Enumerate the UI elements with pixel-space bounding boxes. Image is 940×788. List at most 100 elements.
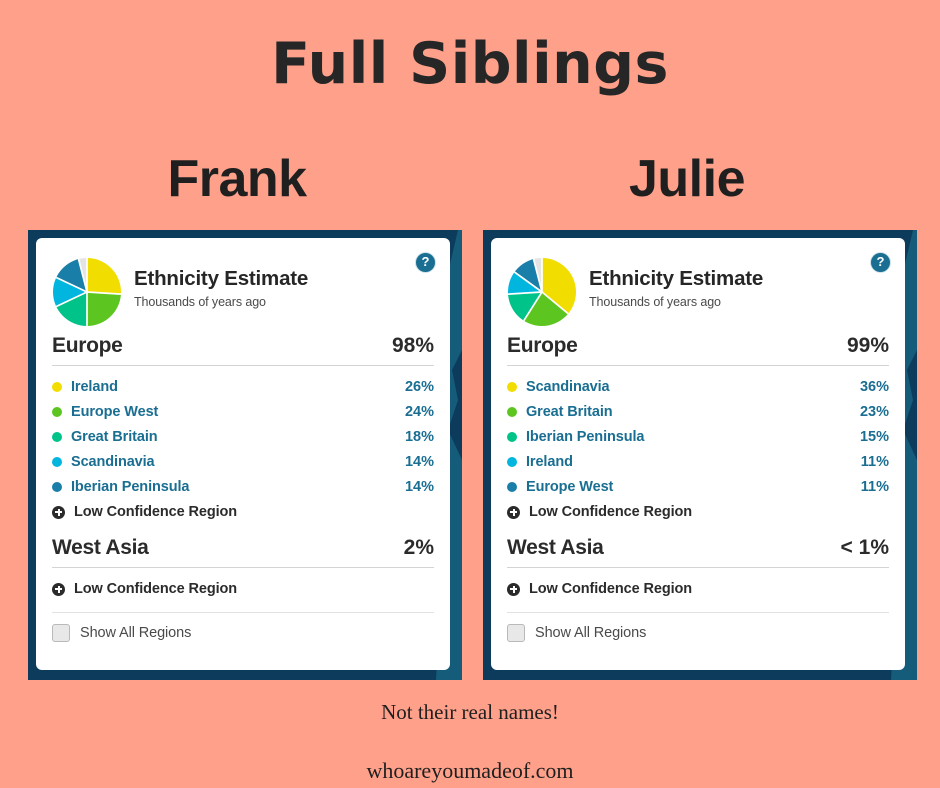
subregion-label: Great Britain xyxy=(71,428,158,445)
region-name: Europe xyxy=(507,334,578,357)
divider xyxy=(52,365,434,366)
ethnicity-pie-chart xyxy=(508,258,576,326)
card-subtitle: Thousands of years ago xyxy=(589,294,721,309)
plus-icon xyxy=(52,505,65,519)
person-name-left: Frank xyxy=(167,150,307,208)
subregion-label: Europe West xyxy=(71,403,159,420)
region-header: Europe 98% xyxy=(52,330,434,358)
card-header: Ethnicity Estimate Thousands of years ag… xyxy=(36,238,450,330)
person-name-right: Julie xyxy=(629,150,746,208)
low-confidence-region-toggle[interactable]: Low Confidence Region xyxy=(52,576,434,602)
subregion-row[interactable]: Ireland 11% xyxy=(507,449,889,474)
subregion-percent: 18% xyxy=(404,428,434,445)
help-icon[interactable]: ? xyxy=(870,252,891,273)
card-title: Ethnicity Estimate xyxy=(589,267,764,290)
subregion-label: Scandinavia xyxy=(71,453,155,470)
subregion-percent: 14% xyxy=(404,478,434,495)
card-subtitle: Thousands of years ago xyxy=(134,294,266,309)
color-dot-icon xyxy=(507,406,517,417)
card-header-text: Ethnicity Estimate Thousands of years ag… xyxy=(134,267,309,309)
show-all-regions-label: Show All Regions xyxy=(535,625,647,641)
subregion-percent: 11% xyxy=(860,478,889,495)
region-percent: 2% xyxy=(403,536,434,559)
subregion-row[interactable]: Iberian Peninsula 15% xyxy=(507,424,889,449)
show-all-regions-row[interactable]: Show All Regions xyxy=(491,613,905,642)
subregion-row[interactable]: Europe West 11% xyxy=(507,474,889,499)
subregion-percent: 36% xyxy=(859,378,889,395)
subregion-row[interactable]: Scandinavia 36% xyxy=(507,374,889,399)
subregion-label: Scandinavia xyxy=(526,378,610,395)
ethnicity-card-julie: Ethnicity Estimate Thousands of years ag… xyxy=(483,230,917,680)
show-all-regions-row[interactable]: Show All Regions xyxy=(36,613,450,642)
low-confidence-label: Low Confidence Region xyxy=(74,504,238,520)
divider xyxy=(507,365,889,366)
subregion-row[interactable]: Europe West 24% xyxy=(52,399,434,424)
show-all-regions-checkbox[interactable] xyxy=(507,624,525,642)
subregion-percent: 23% xyxy=(859,403,889,420)
low-confidence-label: Low Confidence Region xyxy=(529,581,693,597)
region-percent: 98% xyxy=(391,334,434,357)
region-header: Europe 99% xyxy=(507,330,889,358)
color-dot-icon xyxy=(507,481,517,492)
card-body: Ethnicity Estimate Thousands of years ag… xyxy=(491,238,905,670)
color-dot-icon xyxy=(52,456,62,467)
region-percent: 99% xyxy=(846,334,889,357)
plus-icon xyxy=(507,582,520,596)
low-confidence-region-toggle[interactable]: Low Confidence Region xyxy=(52,499,434,525)
low-confidence-region-toggle[interactable]: Low Confidence Region xyxy=(507,499,889,525)
ethnicity-pie-chart xyxy=(53,258,121,326)
low-confidence-label: Low Confidence Region xyxy=(74,581,238,597)
subregion-row[interactable]: Iberian Peninsula 14% xyxy=(52,474,434,499)
color-dot-icon xyxy=(507,431,517,442)
region-name: West Asia xyxy=(507,536,604,559)
low-confidence-region-toggle[interactable]: Low Confidence Region xyxy=(507,576,889,602)
subregion-label: Ireland xyxy=(526,453,573,470)
regions-list: Europe 98% Ireland 26% Europe West 24% G… xyxy=(36,330,450,613)
low-confidence-label: Low Confidence Region xyxy=(529,504,693,520)
subregion-row[interactable]: Great Britain 18% xyxy=(52,424,434,449)
divider xyxy=(52,567,434,568)
plus-icon xyxy=(507,505,520,519)
subregion-row[interactable]: Ireland 26% xyxy=(52,374,434,399)
divider xyxy=(507,567,889,568)
color-dot-icon xyxy=(507,381,517,392)
subregion-label: Iberian Peninsula xyxy=(526,428,645,445)
regions-list: Europe 99% Scandinavia 36% Great Britain… xyxy=(491,330,905,613)
color-dot-icon xyxy=(507,456,517,467)
color-dot-icon xyxy=(52,381,62,392)
region-header: West Asia 2% xyxy=(52,532,434,560)
subregion-label: Ireland xyxy=(71,378,118,395)
card-title: Ethnicity Estimate xyxy=(134,267,309,290)
region-header: West Asia < 1% xyxy=(507,532,889,560)
region-percent: < 1% xyxy=(840,536,889,559)
plus-icon xyxy=(52,582,65,596)
subregion-label: Europe West xyxy=(526,478,614,495)
region-name: West Asia xyxy=(52,536,149,559)
color-dot-icon xyxy=(52,481,62,492)
subregion-percent: 11% xyxy=(860,453,889,470)
subregion-row[interactable]: Great Britain 23% xyxy=(507,399,889,424)
card-header: Ethnicity Estimate Thousands of years ag… xyxy=(491,238,905,330)
subregion-percent: 14% xyxy=(404,453,434,470)
show-all-regions-checkbox[interactable] xyxy=(52,624,70,642)
names-row: Frank Julie xyxy=(0,148,940,214)
subregion-label: Great Britain xyxy=(526,403,613,420)
ethnicity-card-frank: Ethnicity Estimate Thousands of years ag… xyxy=(28,230,462,680)
subregion-label: Iberian Peninsula xyxy=(71,478,190,495)
color-dot-icon xyxy=(52,406,62,417)
help-icon[interactable]: ? xyxy=(415,252,436,273)
card-header-text: Ethnicity Estimate Thousands of years ag… xyxy=(589,267,764,309)
page-title: Full Siblings xyxy=(271,31,669,97)
color-dot-icon xyxy=(52,431,62,442)
card-body: Ethnicity Estimate Thousands of years ag… xyxy=(36,238,450,670)
site-url: whoareyoumadeof.com xyxy=(366,758,574,783)
disclaimer-note: Not their real names! xyxy=(381,700,559,724)
region-name: Europe xyxy=(52,334,123,357)
subregion-percent: 15% xyxy=(859,428,889,445)
subregion-percent: 26% xyxy=(404,378,434,395)
subregion-row[interactable]: Scandinavia 14% xyxy=(52,449,434,474)
show-all-regions-label: Show All Regions xyxy=(80,625,192,641)
subregion-percent: 24% xyxy=(404,403,434,420)
